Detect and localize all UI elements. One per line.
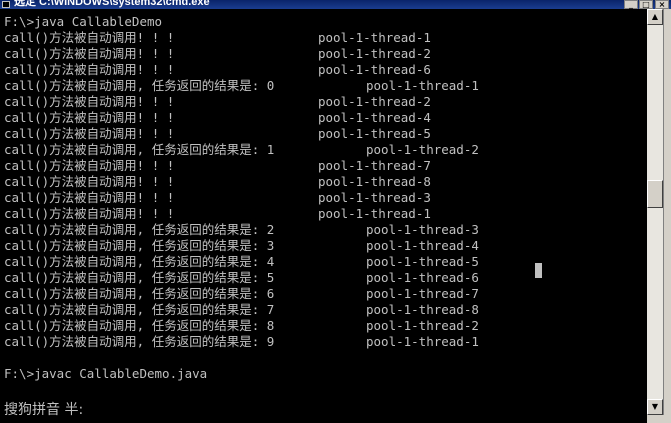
console-line-thread: pool-1-thread-4 [318, 110, 431, 125]
console-line-text: call()方法被自动调用, 任务返回的结果是: 9 [4, 334, 275, 349]
console-line-text: call()方法被自动调用, 任务返回的结果是: 4 [4, 254, 275, 269]
console-line-thread: pool-1-thread-8 [366, 302, 479, 317]
scroll-up-button[interactable]: ▲ [647, 9, 663, 25]
console-line-thread: pool-1-thread-6 [366, 270, 479, 285]
console-line-text: F:\>java CallableDemo [4, 14, 163, 29]
maximize-button[interactable]: □ [639, 0, 653, 9]
console-line-text: call()方法被自动调用, 任务返回的结果是: 2 [4, 222, 275, 237]
console-line-thread: pool-1-thread-3 [366, 222, 479, 237]
console-line-thread: pool-1-thread-8 [318, 174, 431, 189]
console-line-thread: pool-1-thread-5 [366, 254, 479, 269]
console-line-text: call()方法被自动调用! ! ! [4, 62, 175, 77]
console-line-thread: pool-1-thread-2 [366, 142, 479, 157]
window-frame [663, 9, 671, 423]
console-line-text: call()方法被自动调用! ! ! [4, 94, 175, 109]
console-line-thread: pool-1-thread-7 [366, 286, 479, 301]
scroll-thumb[interactable] [647, 180, 663, 208]
console-line-text: call()方法被自动调用! ! ! [4, 46, 175, 61]
console-line-thread: pool-1-thread-7 [318, 158, 431, 173]
ime-status-bar: 搜狗拼音 半: [0, 401, 647, 423]
console-line-text: call()方法被自动调用! ! ! [4, 126, 175, 141]
console-line-thread: pool-1-thread-1 [318, 30, 431, 45]
console-line-thread: pool-1-thread-5 [318, 126, 431, 141]
console-line-thread: pool-1-thread-3 [318, 190, 431, 205]
minimize-button[interactable]: _ [624, 0, 638, 9]
console-line-text: call()方法被自动调用, 任务返回的结果是: 1 [4, 142, 275, 157]
title-bar[interactable]: 选定 C:\WINDOWS\system32\cmd.exe _ □ × [0, 0, 671, 9]
console-line-text: call()方法被自动调用, 任务返回的结果是: 7 [4, 302, 275, 317]
console-line-text: call()方法被自动调用, 任务返回的结果是: 0 [4, 78, 275, 93]
console-line-thread: pool-1-thread-1 [366, 78, 479, 93]
console-line-text: call()方法被自动调用! ! ! [4, 158, 175, 173]
window-frame-corner [647, 415, 671, 423]
scroll-down-button[interactable]: ▼ [647, 399, 663, 415]
console-line-thread: pool-1-thread-6 [318, 62, 431, 77]
console-line-text: call()方法被自动调用, 任务返回的结果是: 6 [4, 286, 275, 301]
console-line-thread: pool-1-thread-4 [366, 238, 479, 253]
console-line-text: call()方法被自动调用! ! ! [4, 30, 175, 45]
console-line-text: call()方法被自动调用, 任务返回的结果是: 5 [4, 270, 275, 285]
console-line-text: call()方法被自动调用, 任务返回的结果是: 3 [4, 238, 275, 253]
console-line-text: call()方法被自动调用! ! ! [4, 110, 175, 125]
console-line-text: call()方法被自动调用! ! ! [4, 190, 175, 205]
console-line-thread: pool-1-thread-2 [366, 318, 479, 333]
window-title: 选定 C:\WINDOWS\system32\cmd.exe [14, 0, 210, 8]
console-line-text: F:\>javac CallableDemo.java [4, 366, 208, 381]
console-line-thread: pool-1-thread-2 [318, 46, 431, 61]
console-line-thread: pool-1-thread-1 [318, 206, 431, 221]
console-line-thread: pool-1-thread-1 [366, 334, 479, 349]
console-output[interactable]: F:\>java CallableDemo call()方法被自动调用! ! ! p… [0, 9, 647, 401]
close-button[interactable]: × [655, 0, 669, 9]
cmd-icon[interactable] [2, 1, 10, 8]
console-line-text: call()方法被自动调用! ! ! [4, 174, 175, 189]
ime-status-text: 搜狗拼音 半: [4, 402, 84, 418]
console-line-text: call()方法被自动调用, 任务返回的结果是: 8 [4, 318, 275, 333]
vertical-scrollbar[interactable]: ▲ ▼ [647, 9, 663, 415]
console-line-text: call()方法被自动调用! ! ! [4, 206, 175, 221]
console-line-thread: pool-1-thread-2 [318, 94, 431, 109]
text-cursor [535, 263, 542, 278]
